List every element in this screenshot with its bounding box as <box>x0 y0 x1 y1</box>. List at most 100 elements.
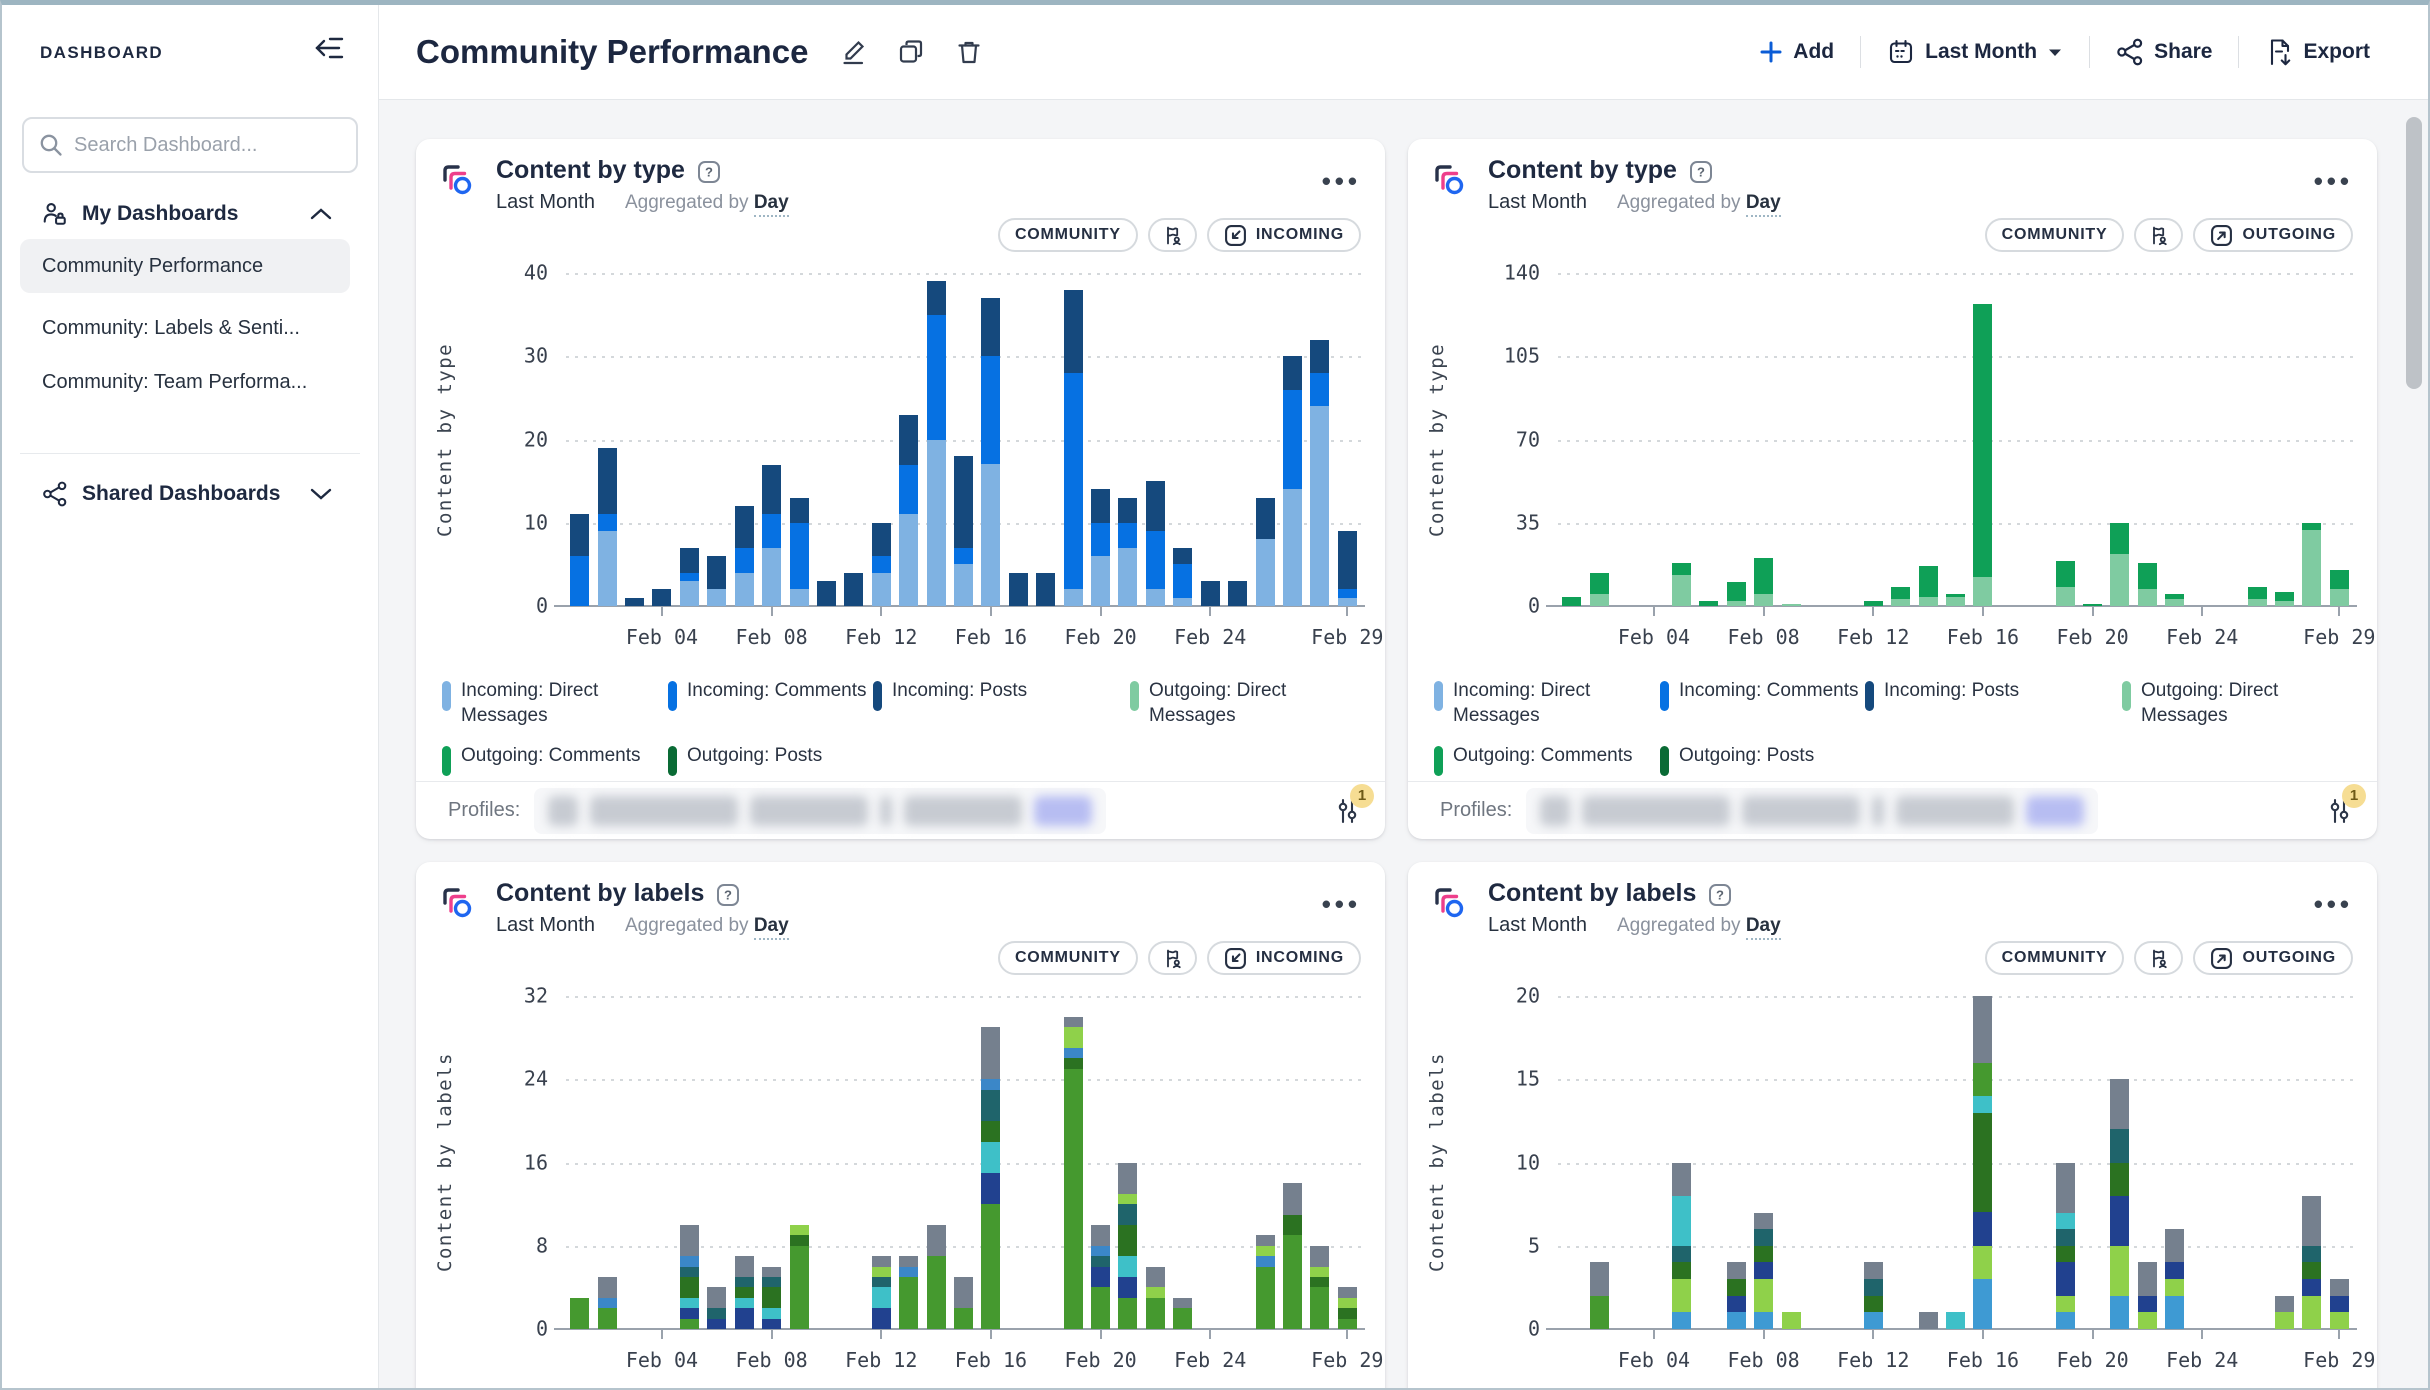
bar-segment <box>954 564 973 606</box>
community-badge[interactable]: COMMUNITY <box>1985 941 2125 975</box>
legend-item[interactable]: Outgoing: Posts <box>668 744 873 776</box>
bar-segment <box>927 440 946 607</box>
stacked-bar <box>1338 1287 1357 1329</box>
filter-icon[interactable]: 1 <box>1333 796 1361 826</box>
legend-item[interactable]: Incoming: Comments <box>1660 679 1865 728</box>
x-tick-label: Feb 08 <box>735 625 807 649</box>
my-dashboards-section[interactable]: My Dashboards <box>2 195 378 233</box>
legend-item[interactable]: Outgoing: Comments <box>1434 744 1660 776</box>
flag-badge[interactable] <box>2134 941 2183 975</box>
direction-badge[interactable]: OUTGOING <box>2193 941 2353 975</box>
x-tick-label: Feb 16 <box>955 1348 1027 1372</box>
legend-label: Incoming: Direct Messages <box>461 679 613 728</box>
community-badge[interactable]: COMMUNITY <box>998 218 1138 252</box>
bar-segment <box>735 1287 754 1297</box>
legend-item[interactable]: Outgoing: Comments <box>442 744 668 776</box>
flag-badge[interactable] <box>1148 941 1197 975</box>
x-tick-label: Feb 12 <box>1837 625 1909 649</box>
sidebar-item-label: Community: Team Performa... <box>42 371 307 394</box>
x-tick-mark <box>771 606 773 616</box>
bar-segment <box>1338 598 1357 606</box>
x-tick-label: Feb 12 <box>1837 1348 1909 1372</box>
stacked-bar <box>1118 1163 1137 1330</box>
community-badge[interactable]: COMMUNITY <box>998 941 1138 975</box>
search-input[interactable] <box>74 134 342 157</box>
help-icon[interactable]: ? <box>1708 883 1732 907</box>
bar-segment <box>2302 1196 2321 1246</box>
sidebar-item-labels-sentiment[interactable]: Community: Labels & Senti... <box>20 305 350 351</box>
bar-segment <box>790 1246 809 1329</box>
more-menu-icon[interactable]: ••• <box>1322 168 1361 214</box>
x-tick-label: Feb 20 <box>1064 1348 1136 1372</box>
bar-segment <box>1146 589 1165 606</box>
legend-item[interactable]: Incoming: Direct Messages <box>1434 679 1660 728</box>
shared-dashboards-section[interactable]: Shared Dashboards <box>2 475 378 513</box>
legend-item[interactable]: Incoming: Posts <box>1865 679 2122 728</box>
community-badge[interactable]: COMMUNITY <box>1985 218 2125 252</box>
bar-segment <box>2056 1229 2075 1246</box>
bar-segment <box>981 1121 1000 1142</box>
help-icon[interactable]: ? <box>697 160 721 184</box>
flag-badge[interactable] <box>2134 218 2183 252</box>
bar-segment <box>570 1298 589 1329</box>
duplicate-icon[interactable] <box>896 37 926 67</box>
stacked-bar <box>1146 481 1165 606</box>
legend-item[interactable]: Outgoing: Posts <box>1660 744 1865 776</box>
legend-item[interactable]: Outgoing: Direct Messages <box>2122 679 2353 728</box>
legend-label: Outgoing: Direct Messages <box>2141 679 2293 728</box>
legend-label: Outgoing: Comments <box>1453 744 1633 776</box>
edit-icon[interactable] <box>838 37 868 67</box>
legend-item[interactable]: Incoming: Comments <box>668 679 873 728</box>
x-tick-label: Feb 16 <box>955 625 1027 649</box>
collapse-sidebar-icon[interactable] <box>313 33 345 63</box>
bar-segment <box>1091 523 1110 556</box>
help-icon[interactable]: ? <box>1689 160 1713 184</box>
aggregation-value[interactable]: Day <box>754 192 789 217</box>
aggregation-value[interactable]: Day <box>1746 915 1781 940</box>
sidebar-item-team-performance[interactable]: Community: Team Performa... <box>20 359 350 405</box>
stacked-bar <box>1590 573 1609 606</box>
bar-segment <box>1118 1225 1137 1256</box>
bar-segment <box>1672 1163 1691 1196</box>
bar-segment <box>872 1267 891 1277</box>
bar-segment <box>1864 1262 1883 1279</box>
bar-segment <box>981 1090 1000 1121</box>
stacked-bar <box>981 298 1000 606</box>
direction-badge[interactable]: INCOMING <box>1207 218 1361 252</box>
aggregation-value[interactable]: Day <box>1746 192 1781 217</box>
direction-badge[interactable]: OUTGOING <box>2193 218 2353 252</box>
card-footer: Profiles: 1 <box>416 781 1385 839</box>
more-menu-icon[interactable]: ••• <box>1322 891 1361 937</box>
bar-segment <box>790 498 809 523</box>
scrollbar-thumb[interactable] <box>2406 117 2422 389</box>
aggregation-value[interactable]: Day <box>754 915 789 940</box>
help-icon[interactable]: ? <box>716 883 740 907</box>
sidebar-item-community-performance[interactable]: Community Performance <box>20 239 350 293</box>
export-button[interactable]: Export <box>2265 37 2370 67</box>
shared-dashboards-label: Shared Dashboards <box>82 482 310 506</box>
legend-item[interactable]: Incoming: Posts <box>873 679 1130 728</box>
share-button[interactable]: Share <box>2116 38 2212 66</box>
x-tick-label: Feb 20 <box>1064 625 1136 649</box>
legend-item[interactable]: Incoming: Direct Messages <box>442 679 668 728</box>
legend-item[interactable]: Outgoing: Direct Messages <box>1130 679 1361 728</box>
bar-segment <box>954 456 973 548</box>
more-menu-icon[interactable]: ••• <box>2314 891 2353 937</box>
chevron-up-icon[interactable] <box>310 207 332 221</box>
dashboard-content: Content by type ? Last Month Aggregated … <box>379 100 2428 1388</box>
delete-icon[interactable] <box>954 37 984 67</box>
x-tick-label: Feb 08 <box>735 1348 807 1372</box>
add-button[interactable]: Add <box>1759 40 1834 64</box>
bar-segment <box>1064 1017 1083 1027</box>
chevron-down-icon[interactable] <box>310 487 332 501</box>
bar-segment <box>1064 589 1083 606</box>
flag-badge[interactable] <box>1148 218 1197 252</box>
date-range-button[interactable]: Last Month <box>1887 38 2063 66</box>
x-tick-mark <box>990 1329 992 1339</box>
bar-segment <box>598 531 617 606</box>
more-menu-icon[interactable]: ••• <box>2314 168 2353 214</box>
aggregated-by-label: Aggregated by <box>1617 192 1746 213</box>
filter-icon[interactable]: 1 <box>2325 796 2353 826</box>
y-tick-label: 16 <box>524 1150 548 1174</box>
direction-badge[interactable]: INCOMING <box>1207 941 1361 975</box>
